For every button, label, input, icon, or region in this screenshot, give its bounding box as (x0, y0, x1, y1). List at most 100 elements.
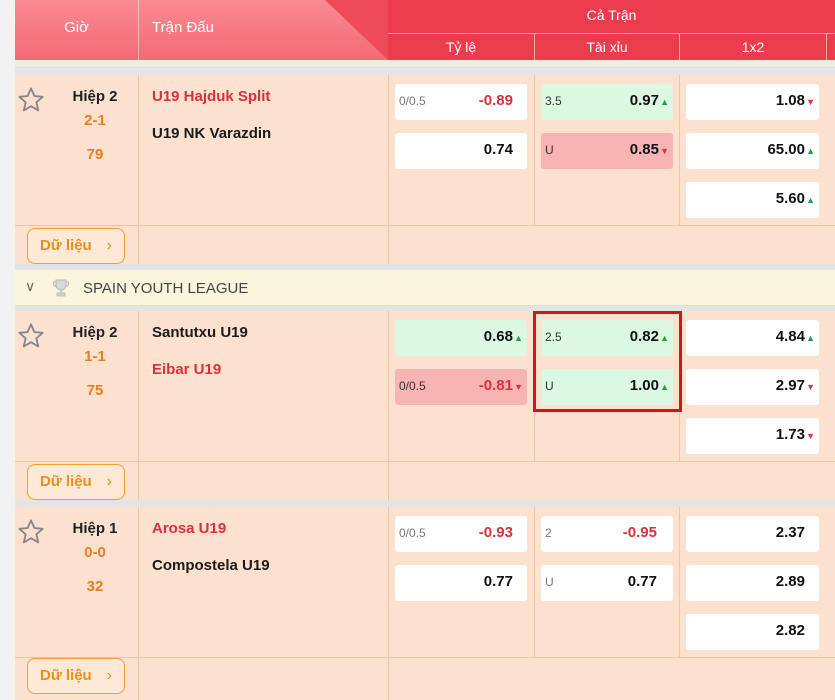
chevron-right-icon: › (106, 237, 112, 254)
odd-value: -0.93 (478, 524, 513, 541)
arrow-up-icon: ▲ (660, 97, 669, 107)
column-divider (388, 75, 389, 264)
chevron-right-icon: › (106, 473, 112, 490)
odd-value: 0.97 (629, 92, 659, 109)
match-minute: 79 (86, 146, 104, 163)
arrow-up-icon: ▲ (806, 333, 815, 343)
odd-value: 0.77 (483, 573, 513, 590)
header-1x2: 1x2 (741, 39, 765, 55)
section-gap (15, 500, 835, 507)
draw-odd[interactable]: 2.97 ▼ (686, 369, 819, 405)
handicap-line: 0/0.5 (399, 94, 426, 108)
header-overunder: Tài xỉu (586, 39, 628, 55)
column-divider (388, 311, 389, 500)
draw-odd[interactable]: 65.00 ▲ (686, 133, 819, 169)
handicap-home-odd[interactable]: 0.68 ▲ (395, 320, 527, 356)
table-header: Giờ Trận Đấu Cả Trận Tỷ lệ Tài xỉu 1x2 (15, 0, 835, 60)
odds-table: Giờ Trận Đấu Cả Trận Tỷ lệ Tài xỉu 1x2 H… (15, 0, 835, 700)
favorite-star-icon[interactable] (17, 518, 45, 546)
odd-value: 2.37 (775, 524, 805, 541)
away-team[interactable]: U19 NK Varazdin (152, 125, 271, 142)
column-divider (534, 75, 535, 225)
arrow-up-icon: ▲ (806, 195, 815, 205)
arrow-down-icon: ▼ (806, 382, 815, 392)
arrow-down-icon: ▼ (514, 382, 523, 392)
odd-value: -0.81 (478, 377, 513, 394)
favorite-star-icon[interactable] (17, 322, 45, 350)
odd-value: 1.08 (775, 92, 805, 109)
column-divider (138, 507, 139, 700)
home-win-odd[interactable]: 2.37 (686, 516, 819, 552)
away-win-odd[interactable]: 1.73 ▼ (686, 418, 819, 454)
away-team[interactable]: Compostela U19 (152, 557, 270, 574)
data-button[interactable]: Dữ liệu › (27, 228, 125, 264)
row-divider (15, 461, 835, 462)
odd-value: 65.00 (767, 141, 805, 158)
handicap-home-odd[interactable]: 0/0.5 -0.89 (395, 84, 527, 120)
trophy-icon (53, 279, 69, 297)
arrow-down-icon: ▼ (806, 97, 815, 107)
header-right: Cả Trận Tỷ lệ Tài xỉu 1x2 (388, 0, 835, 60)
row-divider (15, 225, 835, 226)
odd-value: 0.74 (483, 141, 513, 158)
data-button-label: Dữ liệu (40, 667, 92, 684)
under-odd[interactable]: U 0.77 (541, 565, 673, 601)
data-button-label: Dữ liệu (40, 473, 92, 490)
total-line: 2 (545, 526, 552, 540)
arrow-up-icon: ▲ (514, 333, 523, 343)
match-score: 2-1 (84, 112, 106, 129)
data-button[interactable]: Dữ liệu › (27, 464, 125, 500)
header-left: Giờ Trận Đấu (15, 0, 388, 60)
home-win-odd[interactable]: 4.84 ▲ (686, 320, 819, 356)
away-team[interactable]: Eibar U19 (152, 361, 221, 378)
header-slant-decoration (325, 0, 388, 60)
chevron-right-icon: › (106, 667, 112, 684)
league-header[interactable]: ∨ SPAIN YOUTH LEAGUE (15, 270, 835, 306)
arrow-down-icon: ▼ (660, 146, 669, 156)
odd-value: -0.89 (478, 92, 513, 109)
column-divider (534, 507, 535, 657)
handicap-away-odd[interactable]: 0/0.5 -0.81 ▼ (395, 369, 527, 405)
under-label: U (545, 143, 554, 157)
chevron-down-icon[interactable]: ∨ (25, 278, 35, 295)
home-team[interactable]: Santutxu U19 (152, 324, 248, 341)
home-win-odd[interactable]: 1.08 ▼ (686, 84, 819, 120)
match-period: Hiệp 1 (72, 520, 118, 537)
data-button[interactable]: Dữ liệu › (27, 658, 125, 694)
over-odd[interactable]: 2 -0.95 (541, 516, 673, 552)
odd-value: -0.95 (622, 524, 657, 541)
odd-value: 0.85 (629, 141, 659, 158)
odd-value: 0.77 (627, 573, 657, 590)
header-handicap: Tỷ lệ (445, 39, 477, 55)
header-full-match: Cả Trận (586, 7, 637, 23)
handicap-line: 0/0.5 (399, 379, 426, 393)
handicap-away-odd[interactable]: 0.77 (395, 565, 527, 601)
away-win-odd[interactable]: 2.82 (686, 614, 819, 650)
match-minute: 75 (86, 382, 104, 399)
home-team[interactable]: Arosa U19 (152, 520, 226, 537)
column-divider (679, 507, 680, 657)
match-score: 1-1 (84, 348, 106, 365)
under-label: U (545, 575, 554, 589)
match-minute: 32 (86, 578, 104, 595)
favorite-star-icon[interactable] (17, 86, 45, 114)
odd-value: 5.60 (775, 190, 805, 207)
header-divider (826, 34, 827, 60)
column-divider (388, 507, 389, 700)
away-win-odd[interactable]: 5.60 ▲ (686, 182, 819, 218)
draw-odd[interactable]: 2.89 (686, 565, 819, 601)
data-button-label: Dữ liệu (40, 237, 92, 254)
header-divider (388, 33, 835, 34)
match-period: Hiệp 2 (72, 324, 118, 341)
under-odd[interactable]: U 0.85 ▼ (541, 133, 673, 169)
handicap-home-odd[interactable]: 0/0.5 -0.93 (395, 516, 527, 552)
over-odd[interactable]: 3.5 0.97 ▲ (541, 84, 673, 120)
selection-highlight (533, 311, 682, 412)
handicap-away-odd[interactable]: 0.74 (395, 133, 527, 169)
home-team[interactable]: U19 Hajduk Split (152, 88, 270, 105)
match-row: Hiệp 2 2-1 79 U19 Hajduk Split U19 NK Va… (15, 75, 835, 264)
match-score: 0-0 (84, 544, 106, 561)
match-row: Hiệp 1 0-0 32 Arosa U19 Compostela U19 0… (15, 507, 835, 700)
odd-value: 1.73 (775, 426, 805, 443)
header-match: Trận Đấu (152, 19, 214, 36)
